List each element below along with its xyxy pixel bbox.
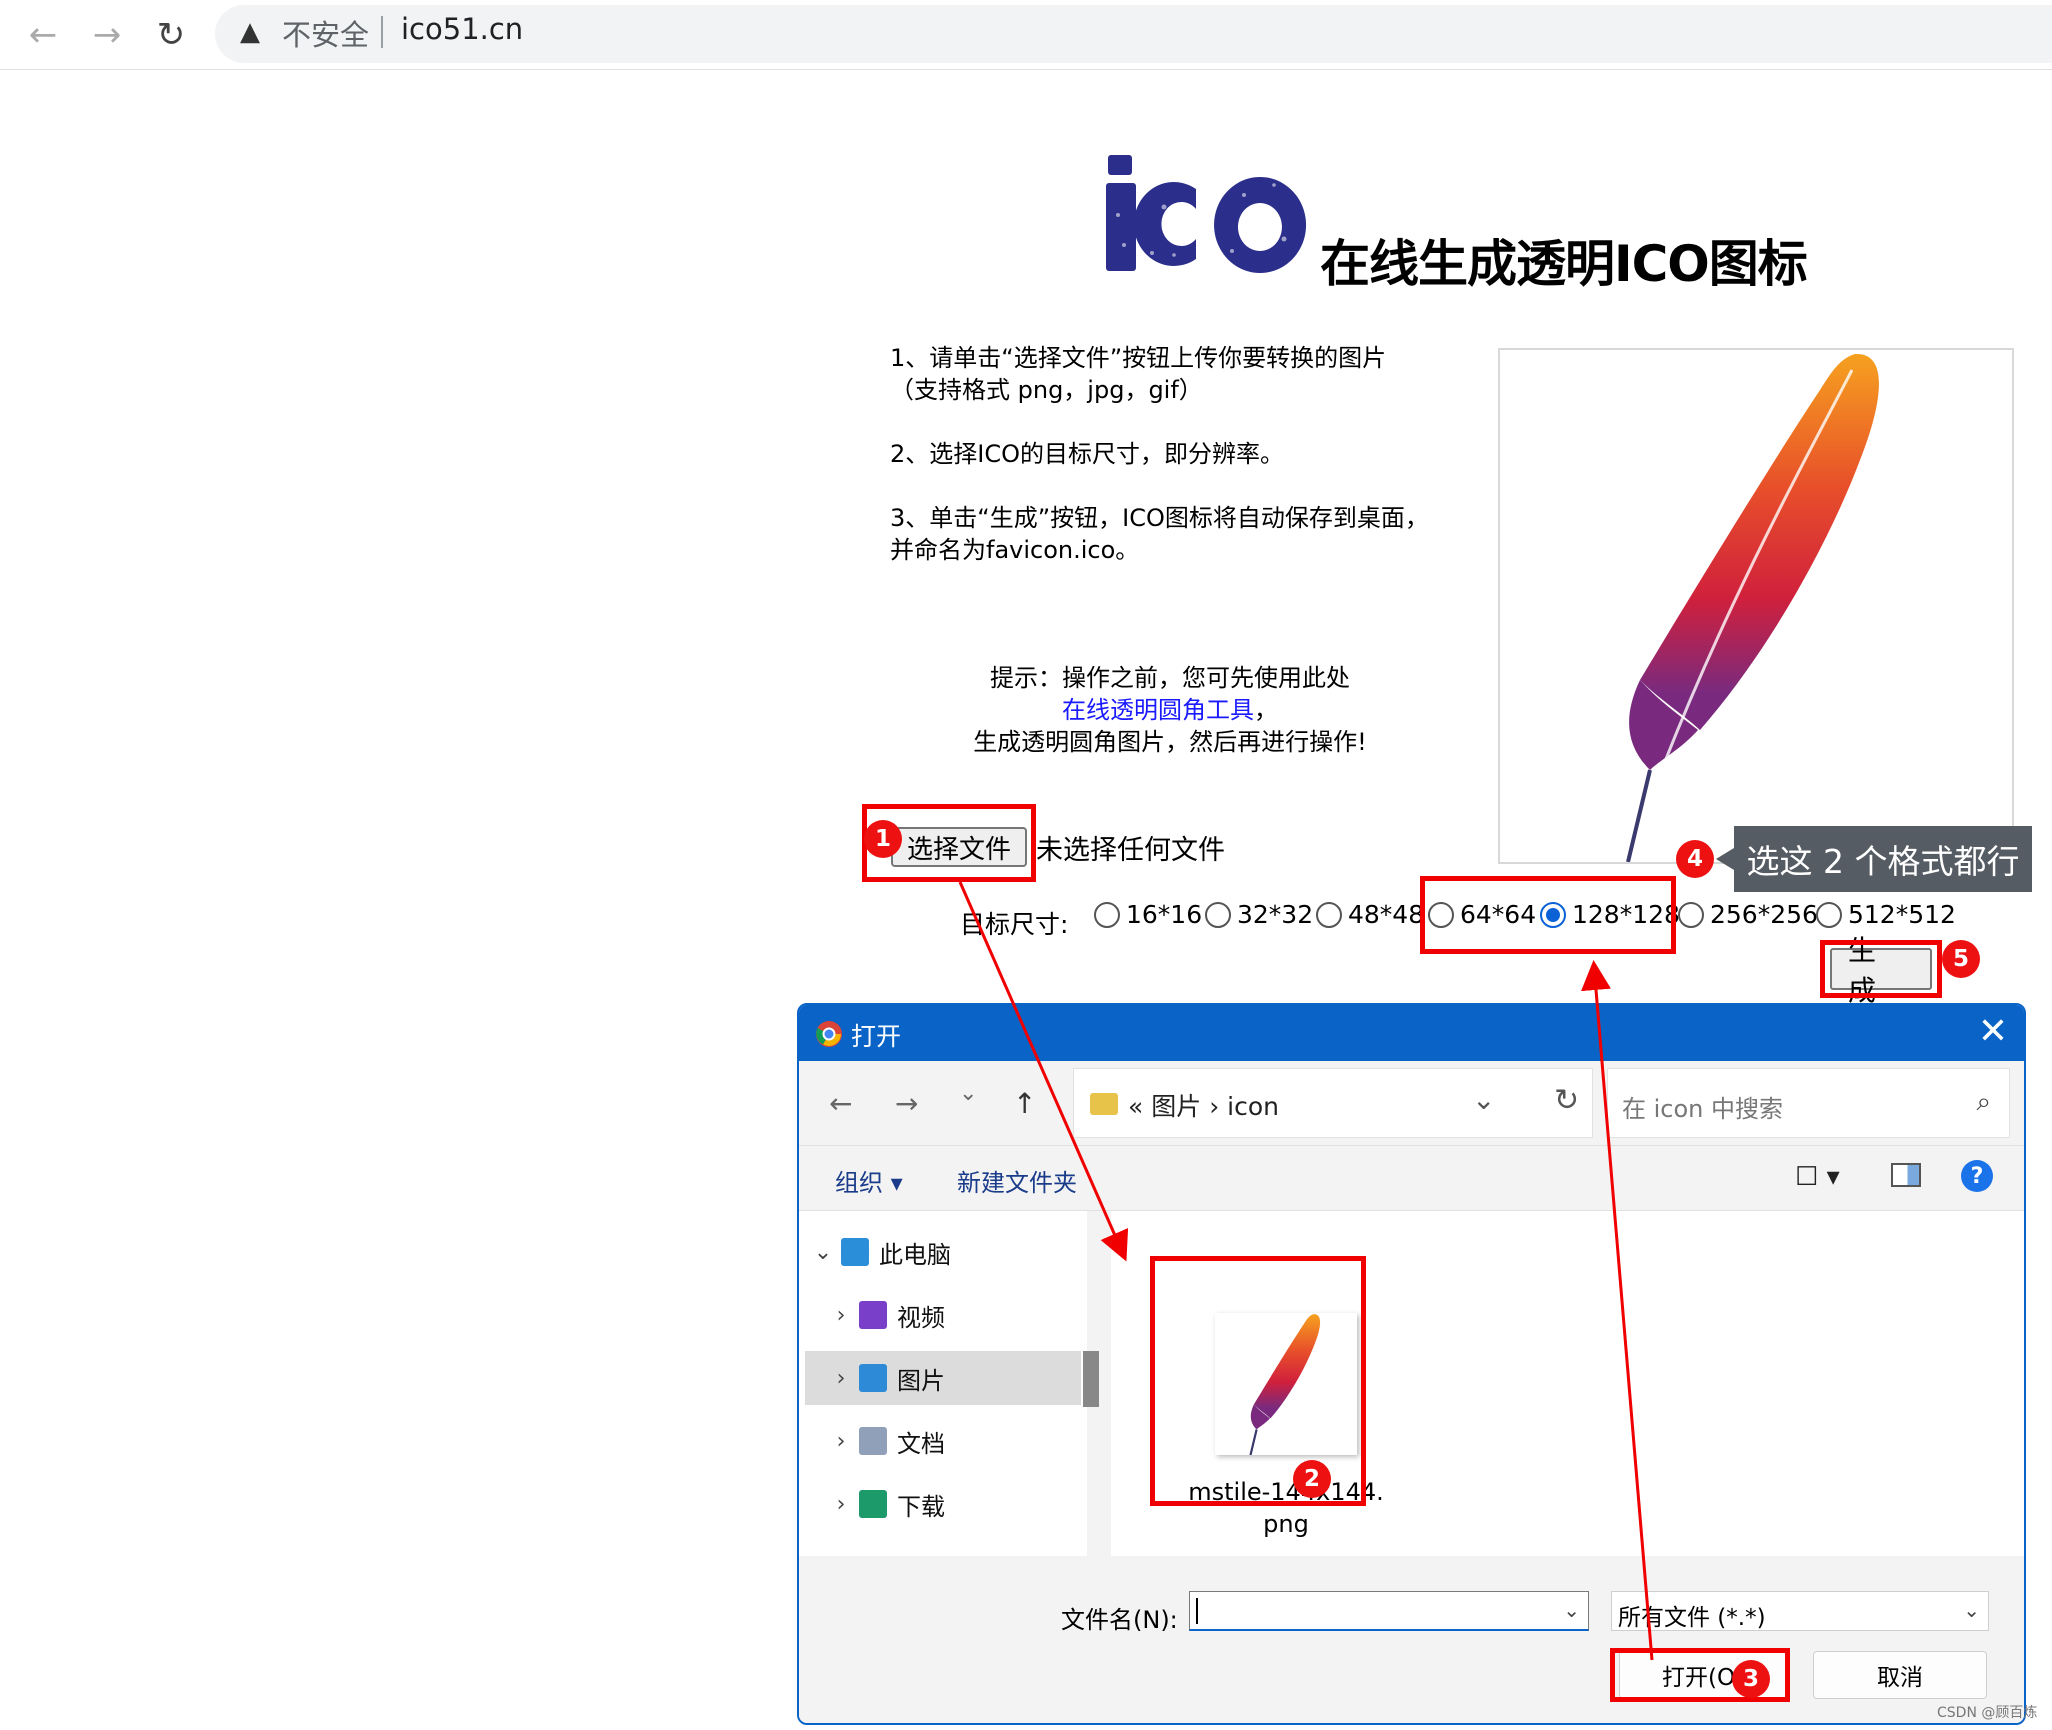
watermark: CSDN @顾百炼 bbox=[1937, 1705, 2038, 1721]
arrow-to-file bbox=[958, 881, 1129, 1262]
annotation-arrows bbox=[958, 881, 1654, 1661]
arrow-to-sizes bbox=[1581, 960, 1654, 1661]
